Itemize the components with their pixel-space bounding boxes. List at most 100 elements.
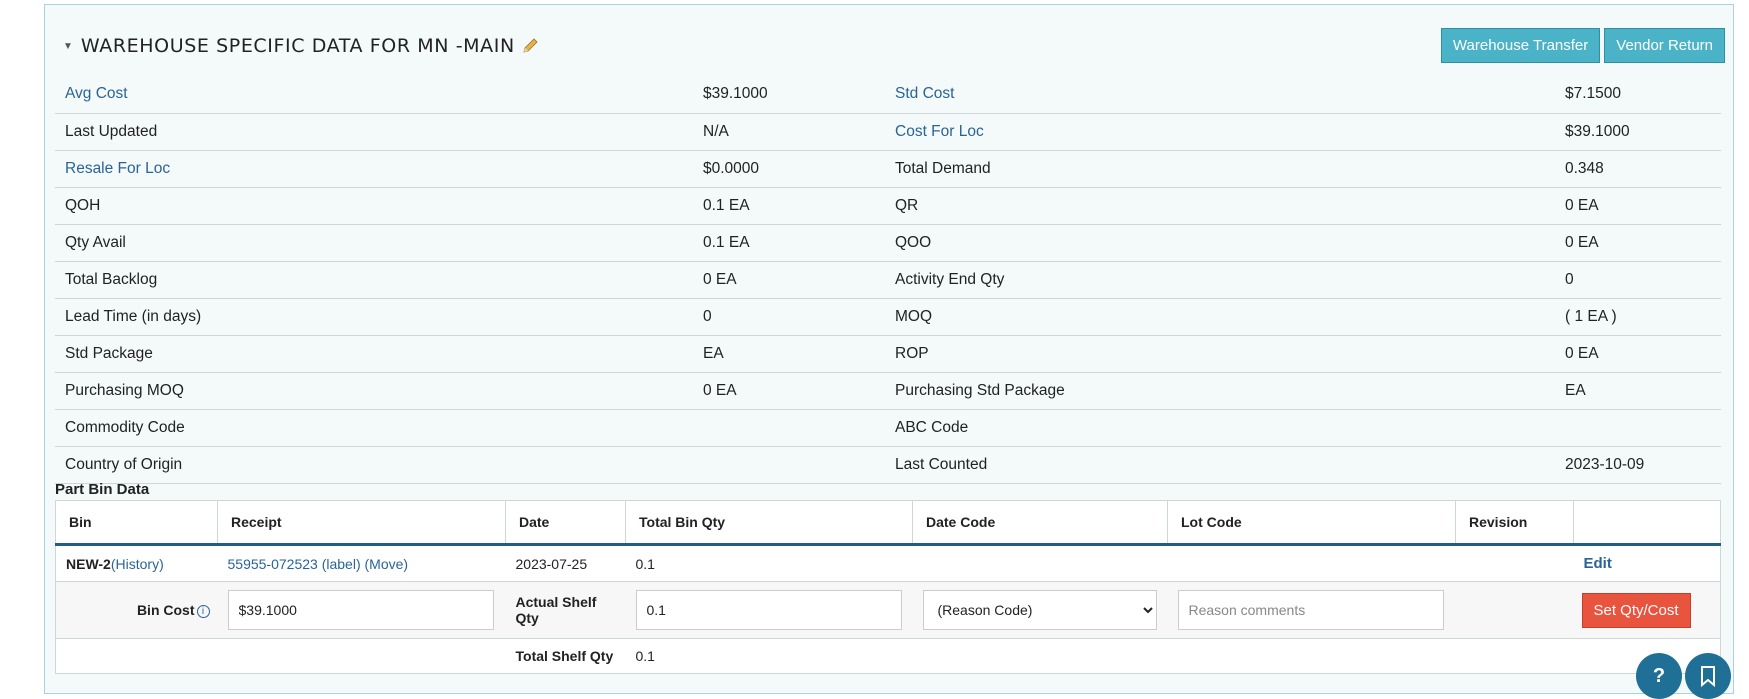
col-actions [1573,500,1721,546]
last-counted-value: 2023-10-09 [1280,446,1721,484]
qoh-label: QOH [55,187,455,225]
qoh-value: 0.1 EA [455,187,885,225]
help-button[interactable]: ? [1636,653,1682,699]
edit-link[interactable]: Edit [1584,555,1612,572]
warehouse-panel: ▼ WAREHOUSE SPECIFIC DATA FOR MN -MAIN W… [44,4,1734,694]
purchasing-moq-value: 0 EA [455,372,885,410]
total-demand-value: 0.348 [1280,150,1721,188]
col-date: Date [505,500,626,546]
rop-value: 0 EA [1280,335,1721,373]
lead-time-label: Lead Time (in days) [55,298,455,336]
actual-shelf-qty-label: Actual Shelf Qty [515,594,597,626]
qty-avail-value: 0.1 EA [455,224,885,262]
country-of-origin-value [455,446,885,484]
bin-date-code [912,544,1168,582]
col-bin: Bin [55,500,218,546]
info-row: Last Updated N/A Cost For Loc $39.1000 [55,113,1721,151]
section-header[interactable]: ▼ WAREHOUSE SPECIFIC DATA FOR MN -MAIN [63,35,539,57]
edit-row: Bin Costi Actual Shelf Qty (Reason Code)… [55,581,1721,639]
warehouse-transfer-button[interactable]: Warehouse Transfer [1440,28,1601,63]
bin-name: NEW-2 [66,555,111,572]
info-row: Lead Time (in days) 0 MOQ ( 1 EA ) [55,298,1721,336]
cost-for-loc-link[interactable]: Cost For Loc [895,123,984,140]
set-qty-cost-button[interactable]: Set Qty/Cost [1581,592,1691,628]
collapse-caret-icon[interactable]: ▼ [63,41,73,52]
moq-value: ( 1 EA ) [1280,298,1721,336]
move-link[interactable]: (Move) [365,556,409,572]
part-bin-table: Bin Receipt Date Total Bin Qty Date Code… [55,500,1721,674]
info-row: Commodity Code ABC Code [55,409,1721,447]
bin-cost-label: Bin Cost [136,602,195,618]
qty-avail-label: Qty Avail [55,224,455,262]
bin-date: 2023-07-25 [505,544,626,582]
country-of-origin-label: Country of Origin [55,446,455,484]
info-icon[interactable]: i [196,605,210,618]
qr-label: QR [885,187,1280,225]
resale-for-loc-value: $0.0000 [455,150,885,188]
avg-cost-value: $39.1000 [455,76,885,114]
info-row: Country of Origin Last Counted 2023-10-0… [55,446,1721,484]
qr-value: 0 EA [1280,187,1721,225]
total-shelf-qty-label: Total Shelf Qty [515,648,614,664]
bin-lot-code [1167,544,1456,582]
total-backlog-value: 0 EA [455,261,885,299]
purchasing-moq-label: Purchasing MOQ [55,372,455,410]
std-cost-link[interactable]: Std Cost [895,85,954,102]
abc-code-value [1280,409,1721,447]
bin-total-qty: 0.1 [625,544,913,582]
pencil-icon[interactable] [521,37,539,55]
table-row: NEW-2(History) 55955-072523 (label) (Mov… [55,544,1721,582]
total-backlog-label: Total Backlog [55,261,455,299]
purchasing-std-package-value: EA [1280,372,1721,410]
label-link[interactable]: (label) [322,556,361,572]
info-row: Qty Avail 0.1 EA QOO 0 EA [55,224,1721,262]
std-cost-value: $7.1500 [1280,76,1721,114]
abc-code-label: ABC Code [885,409,1280,447]
avg-cost-link[interactable]: Avg Cost [65,85,128,102]
last-updated-value: N/A [455,113,885,151]
col-total-bin-qty: Total Bin Qty [625,500,913,546]
activity-end-qty-label: Activity End Qty [885,261,1280,299]
info-row: Avg Cost $39.1000 Std Cost $7.1500 [55,76,1721,114]
total-shelf-qty-value: 0.1 [625,638,913,674]
qoo-value: 0 EA [1280,224,1721,262]
total-row: Total Shelf Qty 0.1 [55,638,1721,674]
reason-code-select[interactable]: (Reason Code) [922,590,1157,630]
info-row: Purchasing MOQ 0 EA Purchasing Std Packa… [55,372,1721,410]
warehouse-info-table: Avg Cost $39.1000 Std Cost $7.1500 Last … [55,76,1721,484]
purchasing-std-package-label: Purchasing Std Package [885,372,1280,410]
qoo-label: QOO [885,224,1280,262]
bookmark-icon [1701,666,1715,687]
bin-revision [1455,544,1574,582]
col-date-code: Date Code [912,500,1168,546]
lead-time-value: 0 [455,298,885,336]
info-row: QOH 0.1 EA QR 0 EA [55,187,1721,225]
actual-shelf-qty-input[interactable] [635,590,902,630]
activity-end-qty-value: 0 [1280,261,1721,299]
bin-cost-input[interactable] [227,590,494,630]
help-icon: ? [1652,664,1666,687]
bin-header-row: Bin Receipt Date Total Bin Qty Date Code… [55,500,1721,546]
moq-label: MOQ [885,298,1280,336]
col-lot-code: Lot Code [1167,500,1456,546]
bookmark-button[interactable] [1685,653,1731,699]
last-counted-label: Last Counted [885,446,1280,484]
history-link[interactable]: (History) [111,556,164,572]
col-revision: Revision [1455,500,1574,546]
info-row: Total Backlog 0 EA Activity End Qty 0 [55,261,1721,299]
resale-for-loc-link[interactable]: Resale For Loc [65,160,170,177]
info-row: Std Package EA ROP 0 EA [55,335,1721,373]
total-demand-label: Total Demand [885,150,1280,188]
reason-comments-input[interactable] [1177,590,1444,630]
col-receipt: Receipt [217,500,506,546]
commodity-code-label: Commodity Code [55,409,455,447]
receipt-link[interactable]: 55955-072523 [228,556,318,572]
commodity-code-value [455,409,885,447]
vendor-return-button[interactable]: Vendor Return [1604,28,1725,63]
last-updated-label: Last Updated [55,113,455,151]
std-package-label: Std Package [55,335,455,373]
cost-for-loc-value: $39.1000 [1280,113,1721,151]
section-title: WAREHOUSE SPECIFIC DATA FOR MN -MAIN [80,35,515,57]
std-package-value: EA [455,335,885,373]
part-bin-data-title: Part Bin Data [55,481,150,498]
